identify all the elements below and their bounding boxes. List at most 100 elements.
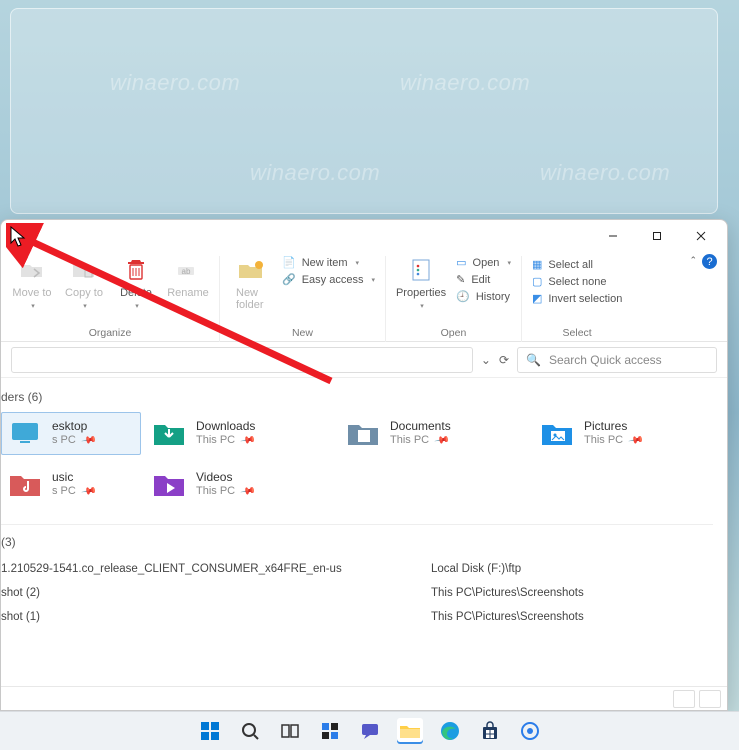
recent-name: 1.210529-1541.co_release_CLIENT_CONSUMER… (1, 563, 431, 575)
recent-item[interactable]: shot (2)This PC\Pictures\Screenshots (1, 581, 713, 605)
ribbon-label: Open (473, 257, 500, 269)
taskbar-chat-button[interactable] (357, 718, 383, 744)
ribbon-group-organize: Move to▾ Copy to▾ Delete▾ ab Rename Orga… (1, 256, 220, 342)
ribbon-label: Select all (548, 259, 593, 271)
refresh-icon[interactable]: ⟳ (499, 353, 509, 367)
rename-button[interactable]: ab Rename (167, 256, 209, 310)
ribbon-label: New item (302, 257, 348, 269)
view-details-button[interactable] (673, 690, 695, 708)
folder-location: This PC 📌 (196, 485, 254, 499)
maximize-button[interactable] (635, 222, 679, 250)
ribbon-label: Delete (120, 287, 152, 299)
rename-icon: ab (174, 256, 202, 284)
file-explorer-window[interactable]: ⌃ ? Move to▾ Copy to▾ Delete▾ ab (0, 219, 728, 711)
move-to-icon (18, 256, 46, 284)
taskbar-widgets-button[interactable] (317, 718, 343, 744)
taskbar-edge-button[interactable] (437, 718, 463, 744)
folder-name: esktop (52, 419, 94, 434)
collapse-ribbon-icon[interactable]: ⌃ (689, 255, 697, 266)
select-all-button[interactable]: ▦Select all (532, 258, 622, 271)
chevron-down-icon[interactable]: ⌄ (481, 353, 491, 367)
ribbon-group-label: Open (441, 327, 467, 342)
folder-name: Documents (390, 419, 451, 434)
taskbar-task-view-button[interactable] (277, 718, 303, 744)
recent-name: shot (1) (1, 611, 431, 623)
delete-icon (122, 256, 150, 284)
delete-button[interactable]: Delete▾ (115, 256, 157, 310)
pin-icon: 📌 (239, 483, 256, 500)
ribbon-label: Copy to (65, 287, 103, 299)
recent-location: This PC\Pictures\Screenshots (431, 587, 713, 599)
recent-location: This PC\Pictures\Screenshots (431, 611, 713, 623)
folders-grid: esktops PC 📌DownloadsThis PC 📌DocumentsT… (1, 412, 713, 506)
search-input[interactable]: 🔍 Search Quick access (517, 347, 717, 373)
recent-item[interactable]: shot (1)This PC\Pictures\Screenshots (1, 605, 713, 629)
address-bar[interactable] (11, 347, 473, 373)
copy-to-icon (70, 256, 98, 284)
folder-icon-downloads (152, 419, 186, 447)
taskbar-settings-button[interactable] (517, 718, 543, 744)
status-bar (1, 686, 727, 710)
new-item-button[interactable]: 📄New item▾ (282, 256, 375, 269)
section-header-folders[interactable]: ders (6) (1, 390, 713, 404)
easy-access-button[interactable]: 🔗Easy access▾ (282, 273, 375, 286)
recent-location: Local Disk (F:)\ftp (431, 563, 713, 575)
ribbon-label: History (476, 291, 510, 303)
close-button[interactable] (679, 222, 723, 250)
invert-selection-icon: ◩ (532, 292, 542, 305)
help-icon[interactable]: ? (702, 254, 717, 269)
address-bar-row: ⌄ ⟳ 🔍 Search Quick access (1, 342, 727, 378)
search-placeholder: Search Quick access (549, 353, 662, 367)
recent-item[interactable]: 1.210529-1541.co_release_CLIENT_CONSUMER… (1, 557, 713, 581)
content-area: ders (6) esktops PC 📌DownloadsThis PC 📌D… (1, 378, 727, 633)
pin-icon: 📌 (627, 433, 644, 450)
open-button[interactable]: ▭Open▾ (456, 256, 511, 269)
taskbar-store-button[interactable] (477, 718, 503, 744)
snap-zone-hint (10, 8, 718, 214)
ribbon-label: Rename (167, 287, 209, 299)
taskbar[interactable] (0, 711, 739, 750)
view-large-icons-button[interactable] (699, 690, 721, 708)
history-button[interactable]: 🕘 History (456, 290, 511, 303)
properties-button[interactable]: Properties▾ (396, 256, 446, 310)
pin-icon: 📌 (79, 433, 96, 450)
new-folder-button[interactable]: New folder (230, 256, 272, 311)
minimize-button[interactable] (591, 222, 635, 250)
ribbon-group-select: ▦Select all ▢Select none ◩ Invert selecti… (522, 256, 632, 342)
svg-text:ab: ab (182, 267, 191, 276)
ribbon-label: Invert selection (548, 293, 622, 305)
folder-music[interactable]: usics PC 📌 (1, 463, 141, 506)
pin-icon: 📌 (433, 433, 450, 450)
folder-desktop[interactable]: esktops PC 📌 (1, 412, 141, 455)
ribbon: ⌃ ? Move to▾ Copy to▾ Delete▾ ab (1, 252, 727, 342)
taskbar-explorer-button[interactable] (397, 718, 423, 744)
divider (1, 524, 713, 525)
edit-icon: ✎ (456, 273, 465, 286)
folder-location: This PC 📌 (390, 434, 451, 448)
folder-location: s PC 📌 (52, 434, 94, 448)
folder-videos[interactable]: VideosThis PC 📌 (145, 463, 335, 506)
pin-icon: 📌 (79, 483, 96, 500)
ribbon-group-label: Organize (89, 327, 132, 342)
folder-name: usic (52, 470, 94, 485)
taskbar-start-button[interactable] (197, 718, 223, 744)
titlebar[interactable] (1, 220, 727, 252)
move-to-button[interactable]: Move to▾ (11, 256, 53, 310)
ribbon-group-new: New folder 📄New item▾ 🔗Easy access▾ New (220, 256, 386, 342)
folder-pictures[interactable]: PicturesThis PC 📌 (533, 412, 723, 455)
section-header-recent[interactable]: (3) (1, 535, 713, 549)
folder-downloads[interactable]: DownloadsThis PC 📌 (145, 412, 335, 455)
select-none-button[interactable]: ▢Select none (532, 275, 622, 288)
edit-button[interactable]: ✎Edit (456, 273, 511, 286)
select-none-icon: ▢ (532, 275, 542, 288)
folder-icon-videos (152, 470, 186, 498)
ribbon-group-label: New (292, 327, 313, 342)
folder-documents[interactable]: DocumentsThis PC 📌 (339, 412, 529, 455)
history-icon: 🕘 (456, 290, 470, 303)
taskbar-search-button[interactable] (237, 718, 263, 744)
invert-selection-button[interactable]: ◩ Invert selection (532, 292, 622, 305)
easy-access-icon: 🔗 (282, 273, 296, 286)
copy-to-button[interactable]: Copy to▾ (63, 256, 105, 310)
ribbon-group-label: Select (563, 327, 592, 342)
new-folder-icon (237, 256, 265, 284)
